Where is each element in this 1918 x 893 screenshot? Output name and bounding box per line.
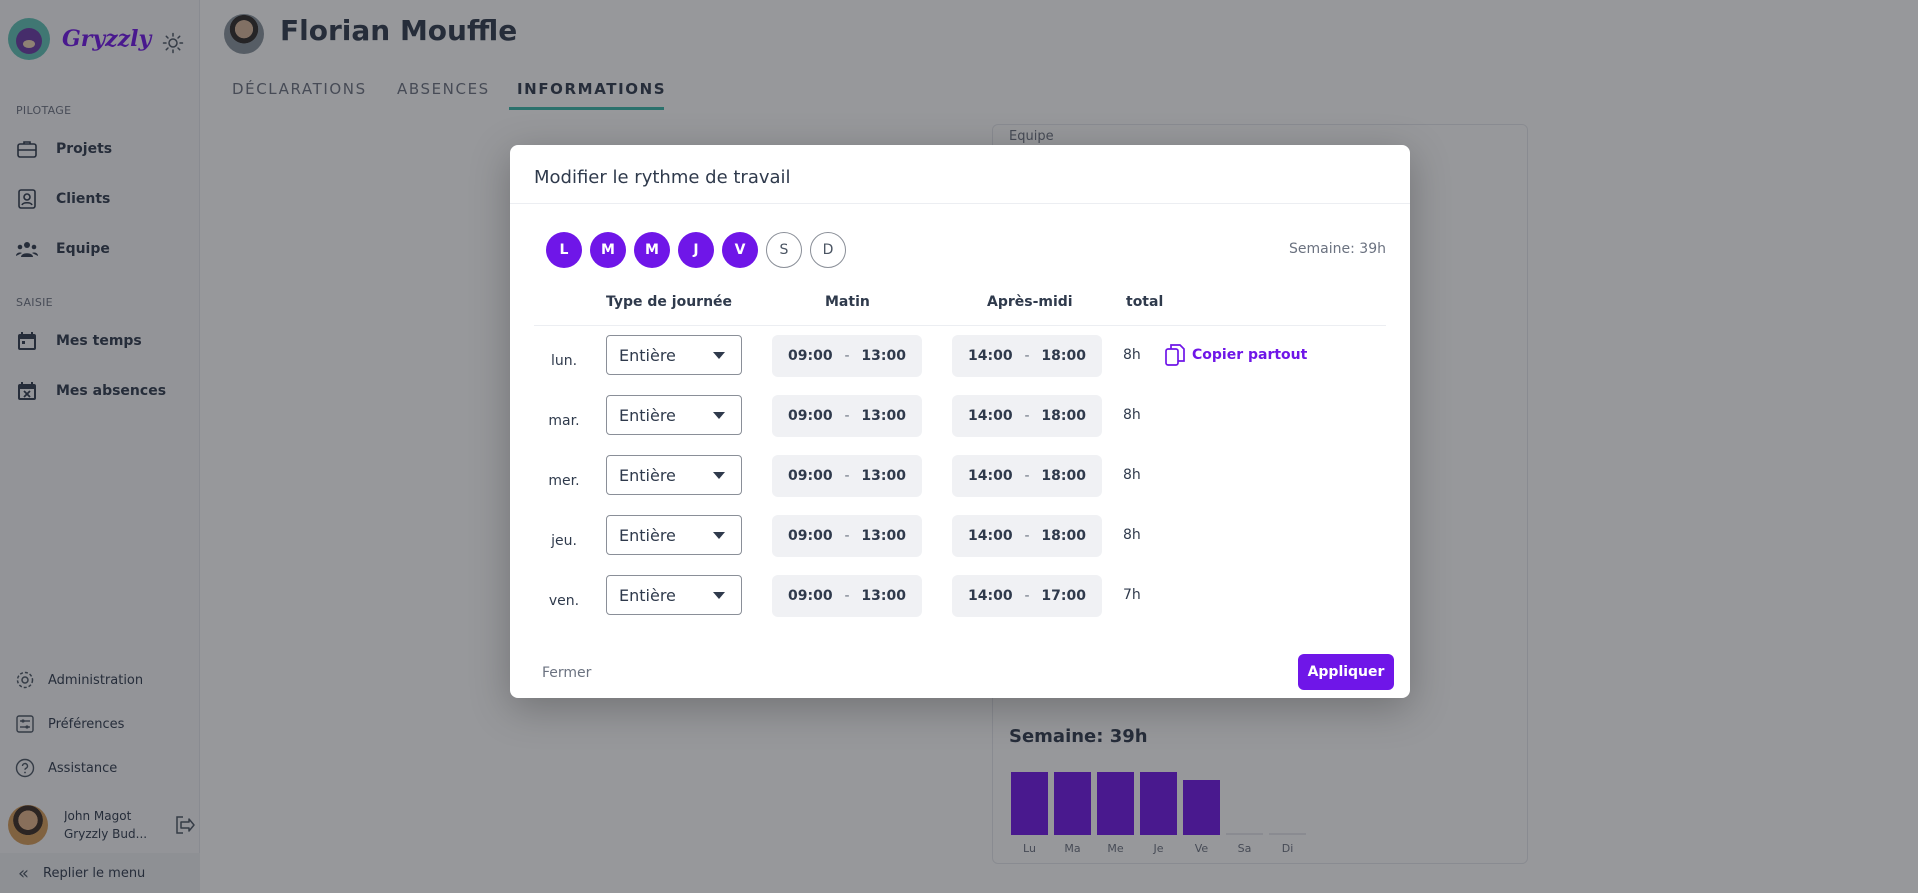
afternoon-time-range[interactable]: 14:00-17:00: [952, 575, 1102, 617]
time-separator: -: [1024, 528, 1030, 544]
day-type-value: Entière: [619, 585, 676, 605]
afternoon-start[interactable]: 14:00: [968, 528, 1013, 544]
column-header-total: total: [1126, 294, 1164, 310]
modal-divider: [510, 203, 1410, 204]
work-rhythm-modal: Modifier le rythme de travail LMMJVSD Se…: [510, 145, 1410, 698]
time-separator: -: [1024, 348, 1030, 364]
day-type-value: Entière: [619, 405, 676, 425]
caret-down-icon: [713, 352, 725, 359]
column-header-morning: Matin: [825, 294, 870, 310]
afternoon-start[interactable]: 14:00: [968, 348, 1013, 364]
day-label: ven.: [548, 593, 580, 609]
copy-icon: [1165, 344, 1185, 366]
morning-end[interactable]: 13:00: [861, 408, 906, 424]
row-total: 8h: [1123, 467, 1141, 483]
morning-time-range[interactable]: 09:00-13:00: [772, 395, 922, 437]
time-separator: -: [1024, 588, 1030, 604]
time-separator: -: [1024, 468, 1030, 484]
time-separator: -: [844, 588, 850, 604]
day-type-select[interactable]: Entière: [606, 575, 742, 615]
afternoon-end[interactable]: 17:00: [1041, 588, 1086, 604]
morning-start[interactable]: 09:00: [788, 408, 833, 424]
caret-down-icon: [713, 412, 725, 419]
day-toggle[interactable]: M: [634, 232, 670, 268]
day-toggle[interactable]: D: [810, 232, 846, 268]
morning-end[interactable]: 13:00: [861, 528, 906, 544]
row-total: 8h: [1123, 527, 1141, 543]
afternoon-time-range[interactable]: 14:00-18:00: [952, 395, 1102, 437]
afternoon-end[interactable]: 18:00: [1041, 348, 1086, 364]
time-separator: -: [844, 528, 850, 544]
schedule-row: jeu. Entière 09:00-13:00 14:00-18:00 8h: [534, 515, 1386, 575]
row-total: 8h: [1123, 407, 1141, 423]
caret-down-icon: [713, 532, 725, 539]
schedule-row: ven. Entière 09:00-13:00 14:00-17:00 7h: [534, 575, 1386, 635]
afternoon-time-range[interactable]: 14:00-18:00: [952, 455, 1102, 497]
modal-week-total: Semaine: 39h: [1289, 241, 1386, 257]
modal-title: Modifier le rythme de travail: [534, 167, 791, 188]
day-type-value: Entière: [619, 465, 676, 485]
afternoon-time-range[interactable]: 14:00-18:00: [952, 335, 1102, 377]
row-total: 8h: [1123, 347, 1141, 363]
morning-end[interactable]: 13:00: [861, 468, 906, 484]
afternoon-time-range[interactable]: 14:00-18:00: [952, 515, 1102, 557]
column-header-type: Type de journée: [606, 294, 733, 310]
day-toggle[interactable]: S: [766, 232, 802, 268]
table-divider: [534, 325, 1386, 326]
day-label: jeu.: [551, 533, 577, 549]
morning-time-range[interactable]: 09:00-13:00: [772, 515, 922, 557]
schedule-row: mer. Entière 09:00-13:00 14:00-18:00 8h: [534, 455, 1386, 515]
afternoon-start[interactable]: 14:00: [968, 408, 1013, 424]
morning-start[interactable]: 09:00: [788, 348, 833, 364]
apply-button[interactable]: Appliquer: [1298, 654, 1394, 690]
caret-down-icon: [713, 472, 725, 479]
time-separator: -: [844, 408, 850, 424]
time-separator: -: [844, 468, 850, 484]
copy-everywhere-label: Copier partout: [1192, 347, 1308, 363]
afternoon-start[interactable]: 14:00: [968, 588, 1013, 604]
day-toggle[interactable]: V: [722, 232, 758, 268]
morning-start[interactable]: 09:00: [788, 588, 833, 604]
afternoon-start[interactable]: 14:00: [968, 468, 1013, 484]
schedule-row: lun. Entière 09:00-13:00 14:00-18:00 8h Copie…: [534, 335, 1386, 395]
afternoon-end[interactable]: 18:00: [1041, 408, 1086, 424]
schedule-row: mar. Entière 09:00-13:00 14:00-18:00 8h: [534, 395, 1386, 455]
day-toggle[interactable]: L: [546, 232, 582, 268]
day-label: lun.: [550, 353, 578, 369]
day-type-select[interactable]: Entière: [606, 515, 742, 555]
morning-start[interactable]: 09:00: [788, 468, 833, 484]
day-type-select[interactable]: Entière: [606, 335, 742, 375]
afternoon-end[interactable]: 18:00: [1041, 468, 1086, 484]
day-type-value: Entière: [619, 525, 676, 545]
copy-everywhere-button[interactable]: Copier partout: [1164, 343, 1307, 367]
afternoon-end[interactable]: 18:00: [1041, 528, 1086, 544]
morning-time-range[interactable]: 09:00-13:00: [772, 575, 922, 617]
morning-end[interactable]: 13:00: [861, 348, 906, 364]
morning-end[interactable]: 13:00: [861, 588, 906, 604]
close-button[interactable]: Fermer: [542, 665, 591, 681]
day-type-select[interactable]: Entière: [606, 455, 742, 495]
day-label: mar.: [548, 413, 580, 429]
day-toggle[interactable]: M: [590, 232, 626, 268]
day-type-select[interactable]: Entière: [606, 395, 742, 435]
time-separator: -: [1024, 408, 1030, 424]
row-total: 7h: [1123, 587, 1141, 603]
day-toggle[interactable]: J: [678, 232, 714, 268]
morning-time-range[interactable]: 09:00-13:00: [772, 335, 922, 377]
column-header-afternoon: Après-midi: [987, 294, 1073, 310]
day-type-value: Entière: [619, 345, 676, 365]
day-label: mer.: [548, 473, 580, 489]
time-separator: -: [844, 348, 850, 364]
morning-start[interactable]: 09:00: [788, 528, 833, 544]
caret-down-icon: [713, 592, 725, 599]
morning-time-range[interactable]: 09:00-13:00: [772, 455, 922, 497]
